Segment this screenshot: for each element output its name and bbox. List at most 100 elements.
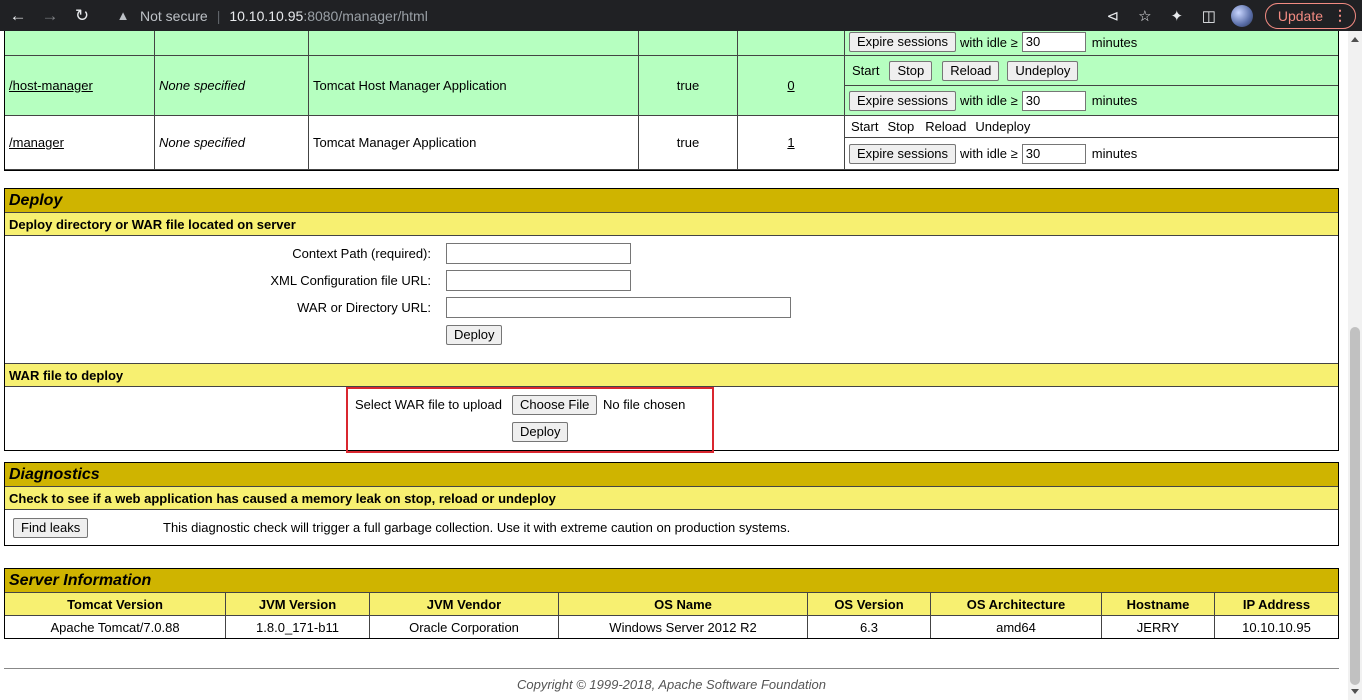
url-path: :8080/manager/html: [303, 7, 428, 24]
server-info-header-row: Tomcat Version JVM Version JVM Vendor OS…: [5, 593, 1338, 616]
expire-sessions-button[interactable]: Expire sessions: [849, 32, 957, 52]
forward-arrow-icon[interactable]: →: [34, 0, 66, 31]
browser-toolbar: ← → ↻ ▲ Not secure | 10.10.10.95:8080/ma…: [0, 0, 1362, 31]
deploy-server-form: Context Path (required): XML Configurati…: [5, 236, 1338, 363]
find-leaks-button[interactable]: Find leaks: [13, 518, 89, 538]
page-viewport: Expire sessions with idle ≥ 30 minutes /…: [0, 31, 1348, 700]
app-running-cell: [639, 31, 738, 56]
idle-minutes-input[interactable]: 30: [1021, 32, 1086, 52]
jvm-vendor-value: Oracle Corporation: [370, 616, 559, 638]
column-header: JVM Version: [226, 593, 370, 616]
start-label: Start: [851, 119, 879, 135]
stop-label: Stop: [887, 119, 915, 135]
minutes-label: minutes: [1091, 146, 1138, 162]
column-header: OS Version: [808, 593, 931, 616]
scroll-up-arrow-icon[interactable]: [1351, 37, 1359, 42]
back-arrow-icon[interactable]: ←: [2, 0, 34, 31]
deploy-war-button[interactable]: Deploy: [512, 422, 569, 442]
diagnostics-section: Diagnostics Check to see if a web applic…: [4, 462, 1339, 546]
minutes-label: minutes: [1091, 93, 1138, 108]
diagnostics-subtitle: Check to see if a web application has ca…: [5, 487, 1338, 510]
address-separator: |: [216, 7, 221, 24]
app-expire-cell: Expire sessions with idle ≥ 30 minutes: [845, 138, 1338, 170]
app-commands-cell: Start Stop Reload Undeploy: [845, 56, 1338, 86]
os-version-value: 6.3: [808, 616, 931, 638]
war-upload-form: Select WAR file to upload Choose File No…: [5, 387, 1338, 453]
app-running-cell: true: [639, 56, 738, 116]
app-path-link[interactable]: /host-manager: [9, 78, 93, 93]
scrollbar-thumb[interactable]: [1350, 327, 1360, 685]
update-button[interactable]: Update ⋮: [1264, 2, 1356, 29]
ip-address-value: 10.10.10.95: [1242, 619, 1311, 635]
share-icon[interactable]: ⊲: [1097, 7, 1129, 25]
war-directory-label: WAR or Directory URL:: [297, 300, 431, 315]
app-sessions-cell: [738, 31, 845, 56]
tomcat-version-value: Apache Tomcat/7.0.88: [5, 616, 226, 638]
bookmark-star-icon[interactable]: ☆: [1129, 7, 1161, 25]
hostname-value: JERRY: [1102, 616, 1215, 638]
xml-config-label: XML Configuration file URL:: [270, 273, 431, 288]
war-directory-url-input[interactable]: [446, 297, 791, 318]
copyright-text: Copyright © 1999-2018, Apache Software F…: [516, 677, 827, 692]
app-version-cell: [155, 31, 309, 56]
choose-file-button[interactable]: Choose File: [512, 395, 598, 415]
app-expire-cell: Expire sessions with idle ≥ 30 minutes: [845, 31, 1338, 56]
deploy-server-button[interactable]: Deploy: [446, 325, 503, 345]
warning-triangle-icon: ▲: [116, 8, 130, 23]
select-war-label: Select WAR file to upload: [355, 397, 502, 412]
table-row: /host-manager None specified Tomcat Host…: [5, 56, 1338, 116]
server-info-section: Server Information Tomcat Version JVM Ve…: [4, 568, 1339, 639]
context-path-input[interactable]: [446, 243, 631, 264]
idle-label: with idle ≥: [960, 93, 1018, 108]
app-path-cell: /host-manager: [5, 56, 155, 116]
vertical-scrollbar[interactable]: [1348, 31, 1362, 700]
app-running-cell: true: [639, 116, 738, 170]
table-row: Expire sessions with idle ≥ 30 minutes: [5, 31, 1338, 56]
sessions-link[interactable]: 0: [787, 78, 794, 93]
scroll-down-arrow-icon[interactable]: [1351, 689, 1359, 694]
app-path-link[interactable]: /manager: [9, 135, 64, 150]
os-name-value: Windows Server 2012 R2: [559, 616, 808, 638]
reload-label: Reload: [925, 119, 967, 135]
app-path-cell: /manager: [5, 116, 155, 170]
deploy-server-subtitle: Deploy directory or WAR file located on …: [5, 213, 1338, 236]
address-bar[interactable]: ▲ Not secure | 10.10.10.95:8080/manager/…: [104, 0, 1160, 31]
column-header: OS Architecture: [931, 593, 1102, 616]
extensions-puzzle-icon[interactable]: ✦: [1161, 7, 1193, 25]
sessions-link[interactable]: 1: [787, 135, 794, 150]
table-row: /manager None specified Tomcat Manager A…: [5, 116, 1338, 170]
app-display-name-cell: Tomcat Manager Application: [309, 116, 639, 170]
expire-sessions-button[interactable]: Expire sessions: [849, 143, 957, 164]
reload-icon[interactable]: ↻: [66, 0, 98, 31]
column-header: JVM Vendor: [370, 593, 559, 616]
kebab-menu-icon[interactable]: ⋮: [1333, 7, 1347, 24]
minutes-label: minutes: [1091, 34, 1138, 50]
start-label: Start: [852, 63, 880, 78]
idle-minutes-input[interactable]: 30: [1021, 90, 1086, 111]
idle-minutes-input[interactable]: 30: [1021, 143, 1086, 164]
xml-config-url-input[interactable]: [446, 270, 631, 291]
app-version-cell: None specified: [155, 116, 309, 170]
deploy-title: Deploy: [5, 189, 1338, 213]
no-file-chosen-text: No file chosen: [603, 397, 686, 412]
idle-label: with idle ≥: [960, 34, 1018, 50]
column-header: Tomcat Version: [5, 593, 226, 616]
deploy-section: Deploy Deploy directory or WAR file loca…: [4, 188, 1339, 453]
app-path-cell: [5, 31, 155, 56]
stop-button[interactable]: Stop: [889, 60, 933, 81]
expire-sessions-button[interactable]: Expire sessions: [849, 90, 957, 111]
os-architecture-value: amd64: [931, 616, 1102, 638]
diagnostics-title: Diagnostics: [5, 463, 1338, 487]
side-panel-icon[interactable]: ◫: [1193, 7, 1225, 25]
reload-button[interactable]: Reload: [942, 60, 1000, 81]
app-sessions-cell: 1: [738, 116, 845, 170]
undeploy-button[interactable]: Undeploy: [1007, 60, 1079, 81]
app-display-name-cell: Tomcat Host Manager Application: [309, 56, 639, 116]
update-label: Update: [1277, 7, 1323, 24]
profile-avatar[interactable]: [1230, 4, 1253, 27]
jvm-version-value: 1.8.0_171-b11: [226, 616, 370, 638]
app-expire-cell: Expire sessions with idle ≥ 30 minutes: [845, 86, 1338, 116]
idle-label: with idle ≥: [960, 146, 1018, 162]
server-info-value-row: Apache Tomcat/7.0.88 1.8.0_171-b11 Oracl…: [5, 616, 1338, 638]
server-info-title: Server Information: [5, 569, 1338, 593]
